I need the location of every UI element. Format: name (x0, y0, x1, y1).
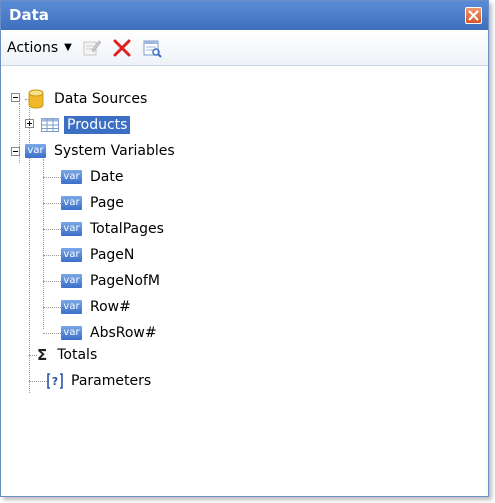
tree-line (43, 229, 61, 230)
data-panel: Data Actions ▼ Data Sources Products var… (0, 0, 489, 497)
actions-menu[interactable]: Actions ▼ (7, 40, 72, 56)
variable-icon: var (61, 300, 82, 314)
title-bar: Data (1, 1, 488, 30)
variable-icon: var (25, 144, 46, 158)
toolbar: Actions ▼ (1, 30, 488, 66)
variable-icon: var (61, 196, 82, 210)
edit-icon[interactable] (82, 38, 102, 58)
sigma-icon: Σ (37, 346, 48, 364)
tree-node-parameters[interactable]: ? Parameters (47, 370, 154, 392)
data-tree: Data Sources Products var System Variabl… (1, 67, 488, 487)
actions-label: Actions (7, 39, 59, 56)
tree-node-variable-pagenofm[interactable]: var PageNofM (61, 270, 163, 292)
tree-node-totals[interactable]: Σ Totals (37, 344, 100, 366)
tree-line (43, 255, 61, 256)
data-sources-label: Data Sources (54, 91, 148, 107)
variable-label: AbsRow# (90, 325, 157, 341)
parameters-label: Parameters (71, 373, 152, 389)
tree-line (43, 333, 61, 334)
chevron-down-icon: ▼ (64, 42, 72, 53)
tree-node-variable-pagen[interactable]: var PageN (61, 244, 137, 266)
table-icon (41, 118, 59, 132)
variable-label: PageNofM (90, 273, 160, 289)
database-icon (28, 89, 44, 109)
variable-icon: var (61, 170, 82, 184)
variable-label: TotalPages (90, 221, 164, 237)
tree-node-data-sources[interactable]: Data Sources (27, 88, 150, 110)
variable-icon: var (61, 248, 82, 262)
tree-line (43, 159, 44, 329)
variable-icon: var (61, 274, 82, 288)
view-icon[interactable] (142, 38, 162, 58)
variable-icon: var (61, 326, 82, 340)
parameters-icon: ? (47, 373, 63, 389)
tree-node-variable-totalpages[interactable]: var TotalPages (61, 218, 167, 240)
tree-node-variable-absrow[interactable]: var AbsRow# (61, 322, 160, 344)
tree-node-system-variables[interactable]: var System Variables (25, 140, 178, 162)
tree-line (29, 355, 37, 356)
variable-label: Date (90, 169, 124, 185)
tree-line (43, 307, 61, 308)
expand-products[interactable] (25, 119, 34, 128)
tree-node-variable-date[interactable]: var Date (61, 166, 126, 188)
svg-text:?: ? (52, 375, 58, 388)
variable-label: Page (90, 195, 124, 211)
tree-line (43, 203, 61, 204)
variable-label: Row# (90, 299, 131, 315)
collapse-system-variables[interactable] (11, 147, 20, 156)
tree-node-variable-page[interactable]: var Page (61, 192, 127, 214)
tree-node-variable-row[interactable]: var Row# (61, 296, 134, 318)
tree-line (29, 381, 49, 382)
variable-icon: var (61, 222, 82, 236)
window-title: Data (9, 6, 49, 24)
close-icon (468, 10, 479, 21)
tree-line (43, 281, 61, 282)
collapse-data-sources[interactable] (11, 93, 20, 102)
tree-node-products[interactable]: Products (41, 114, 131, 136)
products-label: Products (64, 116, 131, 134)
delete-icon[interactable] (112, 38, 132, 58)
variable-label: PageN (90, 247, 135, 263)
close-button[interactable] (465, 7, 482, 24)
system-variables-label: System Variables (54, 143, 175, 159)
tree-line (43, 177, 61, 178)
totals-label: Totals (57, 347, 98, 363)
